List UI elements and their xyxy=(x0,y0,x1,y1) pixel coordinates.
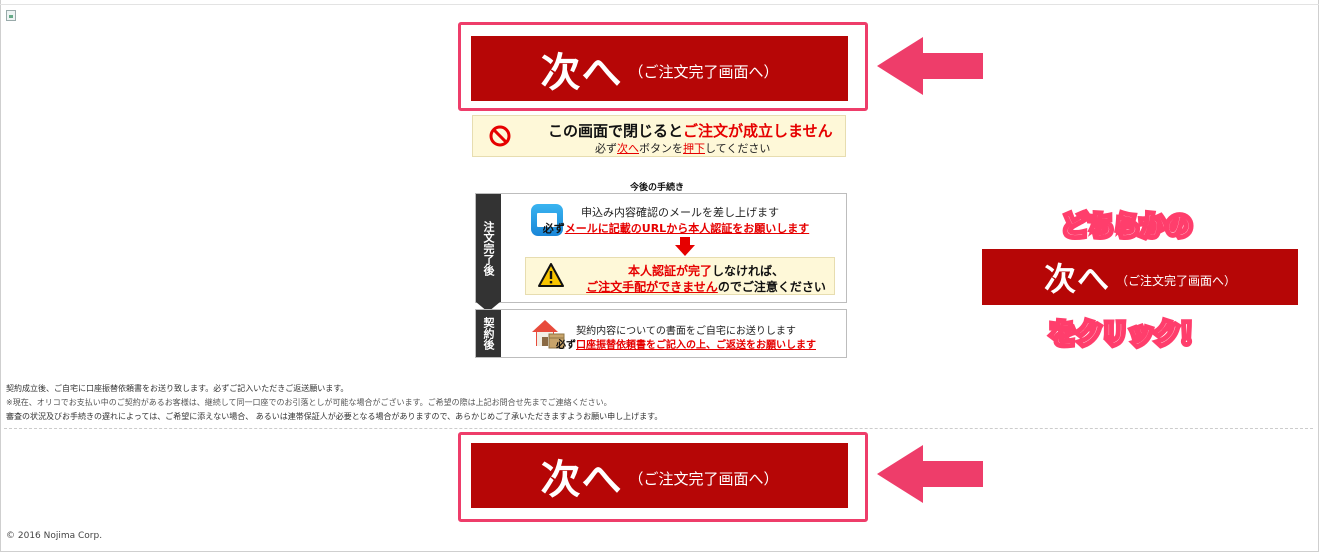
next-button-bottom[interactable]: 次へ （ご注文完了画面へ） xyxy=(471,443,848,508)
callout-line1: どちらかの どちらかの xyxy=(1058,209,1195,246)
after-contract-step-box: 契約後 契約内容についての書面をご自宅にお送りします 必ず口座振替依頼書をご記入… xyxy=(475,309,847,358)
top-divider xyxy=(0,4,1319,5)
left-arrow-icon xyxy=(877,445,983,503)
next-button-top[interactable]: 次へ （ご注文完了画面へ） xyxy=(471,36,848,101)
callout-button-sublabel: （ご注文完了画面へ） xyxy=(1116,273,1237,288)
callout-next-button-image: 次へ （ご注文完了画面へ） xyxy=(982,249,1298,305)
caution-icon xyxy=(538,263,564,287)
next-button-sublabel: （ご注文完了画面へ） xyxy=(628,63,779,81)
down-arrow-icon xyxy=(675,237,695,256)
next-button-label: 次へ xyxy=(540,49,623,96)
prohibited-icon xyxy=(489,125,511,147)
close-warning-banner: この画面で閉じるとご注文が成立しません 必ず次へボタンを押下してください xyxy=(472,115,846,157)
callout-button-label: 次へ xyxy=(1043,260,1110,298)
next-steps-title: 今後の手続き xyxy=(630,183,685,193)
after-order-step-box: 注文完了後 申込み内容確認のメールを差し上げます 必ずメールに記載のURLから本… xyxy=(475,193,847,312)
caution-text-line2: ご注文手配ができませんのでご注意ください xyxy=(586,280,826,294)
mail-notice: 申込み内容確認のメールを差し上げます xyxy=(581,206,779,219)
copyright: © 2016 Nojima Corp. xyxy=(6,531,103,541)
next-button-label: 次へ xyxy=(540,456,623,503)
next-button-sublabel: （ご注文完了画面へ） xyxy=(628,470,779,488)
document-return-instruction: 必ず口座振替依頼書をご記入の上、ご返送をお願いします xyxy=(556,340,816,351)
left-arrow-icon xyxy=(877,37,983,95)
warning-headline: この画面で閉じるとご注文が成立しません xyxy=(548,122,833,140)
review-note: 審査の状況及びお手続きの遅れによっては、ご希望に添えない場合、 あるいは連帯保証… xyxy=(6,412,663,421)
mail-auth-instruction: 必ずメールに記載のURLから本人認証をお願いします xyxy=(542,222,810,235)
warning-subtext: 必ず次へボタンを押下してください xyxy=(595,142,771,155)
document-notice: 契約内容についての書面をご自宅にお送りします xyxy=(576,326,796,337)
contract-note: 契約成立後、ご自宅に口座振替依頼書をお送り致します。必ずご記入いただきご返送願い… xyxy=(6,384,349,393)
section-divider xyxy=(4,428,1313,429)
callout-line3: をクリック！ をクリック！ xyxy=(1046,317,1209,354)
orico-note: ※現在、オリコでお支払い中のご契約があるお客様は、継続して同一口座でのお引落とし… xyxy=(6,398,612,407)
caution-text-line1: 本人認証が完了しなければ、 xyxy=(627,264,785,278)
broken-image-icon xyxy=(6,10,16,21)
auth-caution-banner: 本人認証が完了しなければ、 ご注文手配ができませんのでご注意ください xyxy=(525,257,835,295)
